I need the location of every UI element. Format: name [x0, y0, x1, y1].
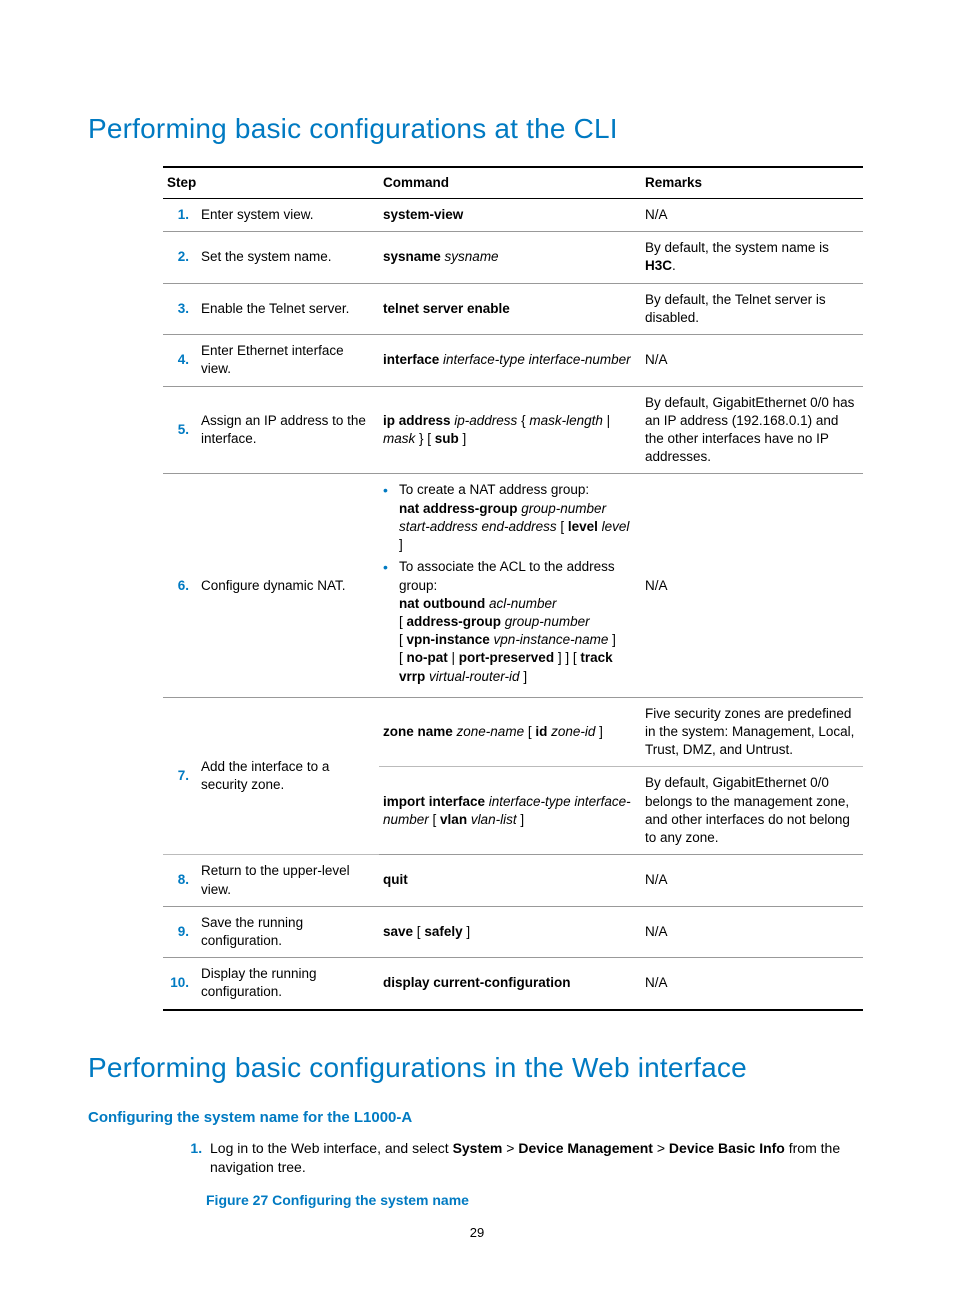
step-command: system-view: [379, 199, 641, 232]
page-number: 29: [0, 1224, 954, 1242]
breadcrumb-sep: >: [502, 1140, 518, 1156]
step-remarks: N/A: [641, 199, 863, 232]
step-number: 8.: [163, 855, 197, 906]
step-desc: Enter system view.: [197, 199, 379, 232]
step-desc: Add the interface to a security zone.: [197, 697, 379, 855]
breadcrumb-part: Device Management: [518, 1140, 653, 1156]
step-number: 9.: [163, 906, 197, 957]
step-number: 7.: [163, 697, 197, 855]
step-remarks: N/A: [641, 855, 863, 906]
step-desc: Save the running configuration.: [197, 906, 379, 957]
step-number: 5.: [163, 386, 197, 474]
breadcrumb-part: Device Basic Info: [669, 1140, 785, 1156]
step-remarks: N/A: [641, 958, 863, 1010]
step-number: 1.: [163, 199, 197, 232]
step-command: To create a NAT address group:nat addres…: [379, 474, 641, 697]
figure-caption: Figure 27 Configuring the system name: [150, 1191, 864, 1210]
subheading-sysname: Configuring the system name for the L100…: [88, 1108, 864, 1128]
step-desc: Enable the Telnet server.: [197, 283, 379, 334]
step-desc: Assign an IP address to the interface.: [197, 386, 379, 474]
cli-steps-table: Step Command Remarks 1.Enter system view…: [163, 166, 863, 1011]
step-command: quit: [379, 855, 641, 906]
step-command: display current-configuration: [379, 958, 641, 1010]
th-command: Command: [379, 167, 641, 199]
text: Log in to the Web interface, and select: [210, 1140, 453, 1156]
heading-web: Performing basic configurations in the W…: [88, 1049, 864, 1087]
step-command: telnet server enable: [379, 283, 641, 334]
web-steps-list: Log in to the Web interface, and select …: [150, 1139, 864, 1177]
step-remarks: By default, the system name is H3C.: [641, 232, 863, 283]
step-desc: Configure dynamic NAT.: [197, 474, 379, 697]
breadcrumb-sep: >: [653, 1140, 669, 1156]
step-desc: Display the running configuration.: [197, 958, 379, 1010]
step-number: 3.: [163, 283, 197, 334]
step-remarks: By default, GigabitEthernet 0/0 has an I…: [641, 386, 863, 474]
step-desc: Return to the upper-level view.: [197, 855, 379, 906]
step-number: 2.: [163, 232, 197, 283]
step-command: import interface interface-type interfac…: [379, 767, 641, 855]
step-command: save [ safely ]: [379, 906, 641, 957]
step-command: zone name zone-name [ id zone-id ]: [379, 697, 641, 767]
step-command: sysname sysname: [379, 232, 641, 283]
step-number: 6.: [163, 474, 197, 697]
web-step-1: Log in to the Web interface, and select …: [206, 1139, 864, 1177]
step-remarks: Five security zones are predefined in th…: [641, 697, 863, 767]
step-command: ip address ip-address { mask-length | ma…: [379, 386, 641, 474]
breadcrumb-part: System: [453, 1140, 503, 1156]
bullet: To associate the ACL to the address grou…: [383, 558, 633, 686]
step-number: 10.: [163, 958, 197, 1010]
heading-cli: Performing basic configurations at the C…: [88, 110, 864, 148]
step-remarks: By default, GigabitEthernet 0/0 belongs …: [641, 767, 863, 855]
step-remarks: By default, the Telnet server is disable…: [641, 283, 863, 334]
bullet: To create a NAT address group:nat addres…: [383, 481, 633, 554]
step-desc: Set the system name.: [197, 232, 379, 283]
step-remarks: N/A: [641, 906, 863, 957]
th-remarks: Remarks: [641, 167, 863, 199]
step-command: interface interface-type interface-numbe…: [379, 335, 641, 386]
step-number: 4.: [163, 335, 197, 386]
step-desc: Enter Ethernet interface view.: [197, 335, 379, 386]
step-remarks: N/A: [641, 474, 863, 697]
step-remarks: N/A: [641, 335, 863, 386]
th-step: Step: [163, 167, 379, 199]
